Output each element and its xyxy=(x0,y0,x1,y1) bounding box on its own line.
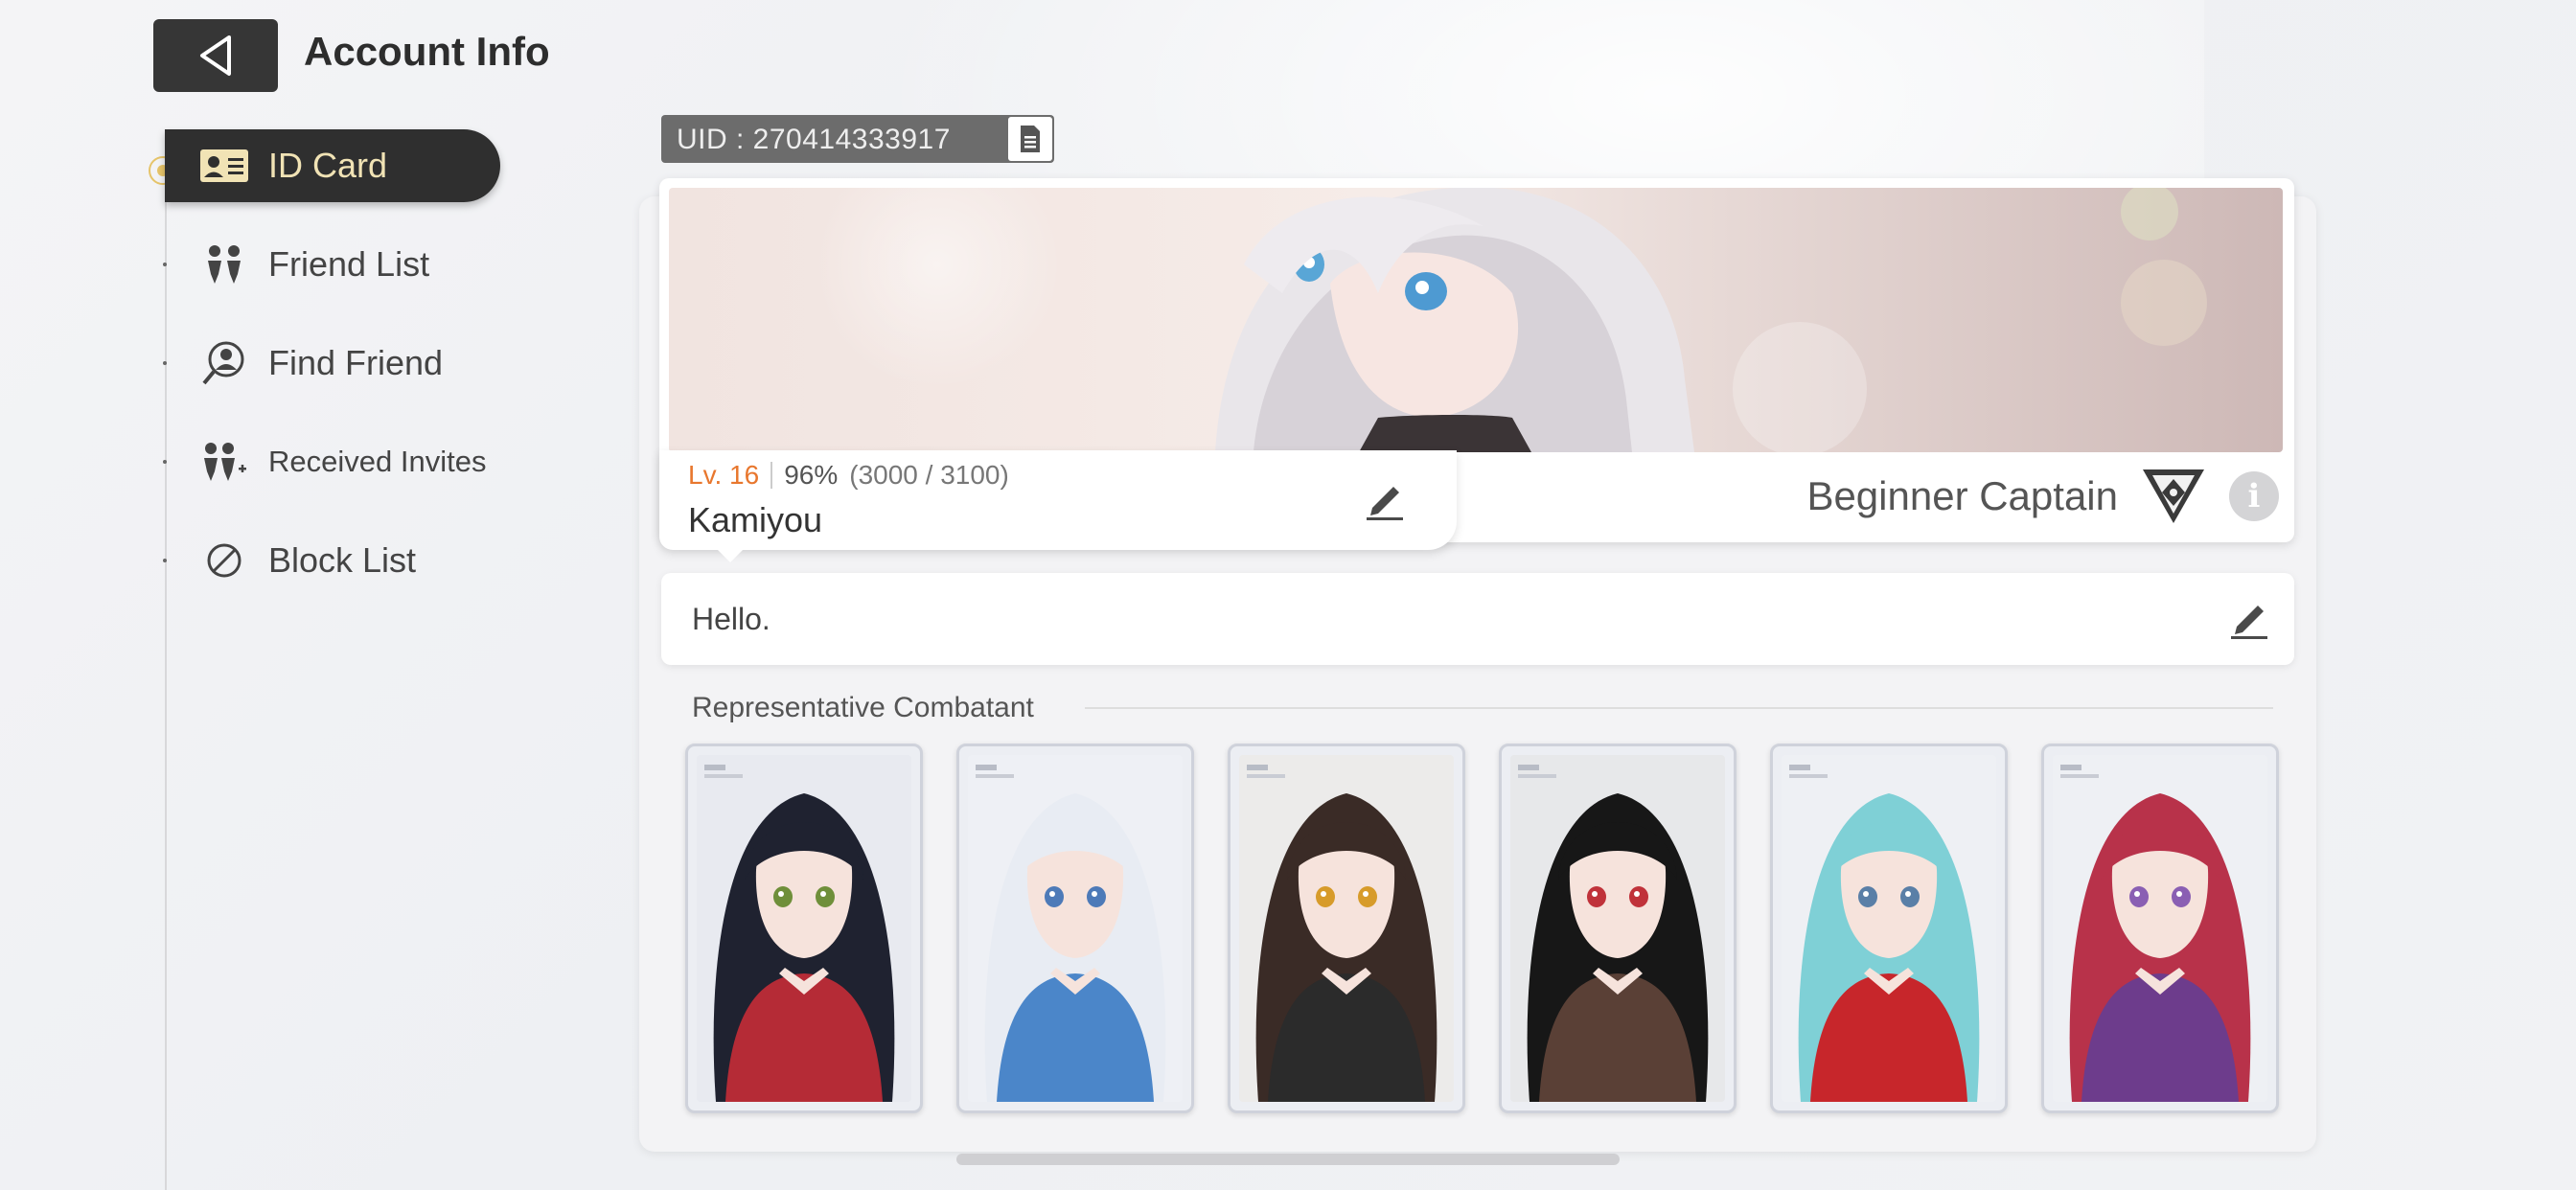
sidebar-item-id-card[interactable]: ID Card xyxy=(165,129,500,202)
sidebar-item-label: ID Card xyxy=(268,146,388,185)
sidebar-item-label: Friend List xyxy=(268,244,430,284)
combatant-slot-5[interactable] xyxy=(1770,744,2008,1113)
combatant-portrait xyxy=(1239,755,1454,1102)
sidebar-item-block-list[interactable]: Block List xyxy=(163,524,500,597)
combatant-slot-4[interactable] xyxy=(1499,744,1736,1113)
back-arrow-icon xyxy=(200,35,231,76)
sidebar-item-label: Find Friend xyxy=(268,343,444,382)
horizontal-scrollbar[interactable] xyxy=(956,1154,1620,1165)
exp-raw: (3000 / 3100) xyxy=(849,460,1009,490)
sidebar-dot xyxy=(163,559,167,562)
back-button[interactable] xyxy=(153,19,278,92)
uid-text: UID : 270414333917 xyxy=(677,124,951,155)
copy-uid-button[interactable] xyxy=(1008,117,1052,161)
find-person-icon xyxy=(197,340,251,386)
representative-combatant-label: Representative Combatant xyxy=(692,692,1034,723)
name-card-pointer xyxy=(717,549,744,562)
info-button[interactable]: i xyxy=(2229,471,2279,521)
copy-icon xyxy=(1021,126,1040,152)
block-icon xyxy=(197,538,251,584)
id-card-icon xyxy=(197,143,251,189)
sidebar-dot xyxy=(163,361,167,365)
player-level: Lv. 16 xyxy=(688,460,760,490)
greeting-text: Hello. xyxy=(692,602,770,636)
combatant-slot-2[interactable] xyxy=(956,744,1194,1113)
sidebar-item-friend-list[interactable]: Friend List xyxy=(163,228,500,301)
combatant-portrait xyxy=(2053,755,2267,1102)
uid-box: UID : 270414333917 xyxy=(661,115,1054,163)
page-title: Account Info xyxy=(304,29,550,74)
combatant-portrait xyxy=(1782,755,1996,1102)
player-name-card: Lv. 16 96% (3000 / 3100) Kamiyou xyxy=(659,450,1457,550)
sidebar-dot xyxy=(163,263,167,266)
friends-icon xyxy=(197,241,251,287)
invite-icon xyxy=(197,439,251,485)
level-separator xyxy=(770,462,773,489)
section-divider xyxy=(1085,707,2273,709)
greeting-box: Hello. xyxy=(661,573,2294,665)
combatant-slot-3[interactable] xyxy=(1228,744,1465,1113)
player-name: Kamiyou xyxy=(688,500,823,539)
profile-banner[interactable] xyxy=(669,188,2283,452)
captain-title: Beginner Captain xyxy=(1806,473,2118,518)
sidebar-dot xyxy=(163,460,167,464)
sidebar-item-label: Block List xyxy=(268,540,417,580)
exp-percent: 96% xyxy=(784,460,839,490)
combatant-portrait xyxy=(697,755,911,1102)
rank-emblem-icon xyxy=(2143,469,2204,523)
level-row: Lv. 16 96% (3000 / 3100) xyxy=(688,460,1009,491)
combatant-portrait xyxy=(968,755,1183,1102)
edit-greeting-button[interactable] xyxy=(2225,594,2273,642)
combatant-slot-6[interactable] xyxy=(2041,744,2279,1113)
sidebar-item-received-invites[interactable]: Received Invites xyxy=(163,425,500,498)
banner-artwork xyxy=(669,188,2283,452)
edit-name-button[interactable] xyxy=(1361,475,1409,523)
title-row: Beginner Captain i xyxy=(1806,466,2279,527)
info-icon: i xyxy=(2247,477,2261,515)
sidebar-item-find-friend[interactable]: Find Friend xyxy=(163,327,500,400)
combatant-portrait xyxy=(1510,755,1725,1102)
sidebar-item-label: Received Invites xyxy=(268,445,487,478)
combatant-slot-1[interactable] xyxy=(685,744,923,1113)
